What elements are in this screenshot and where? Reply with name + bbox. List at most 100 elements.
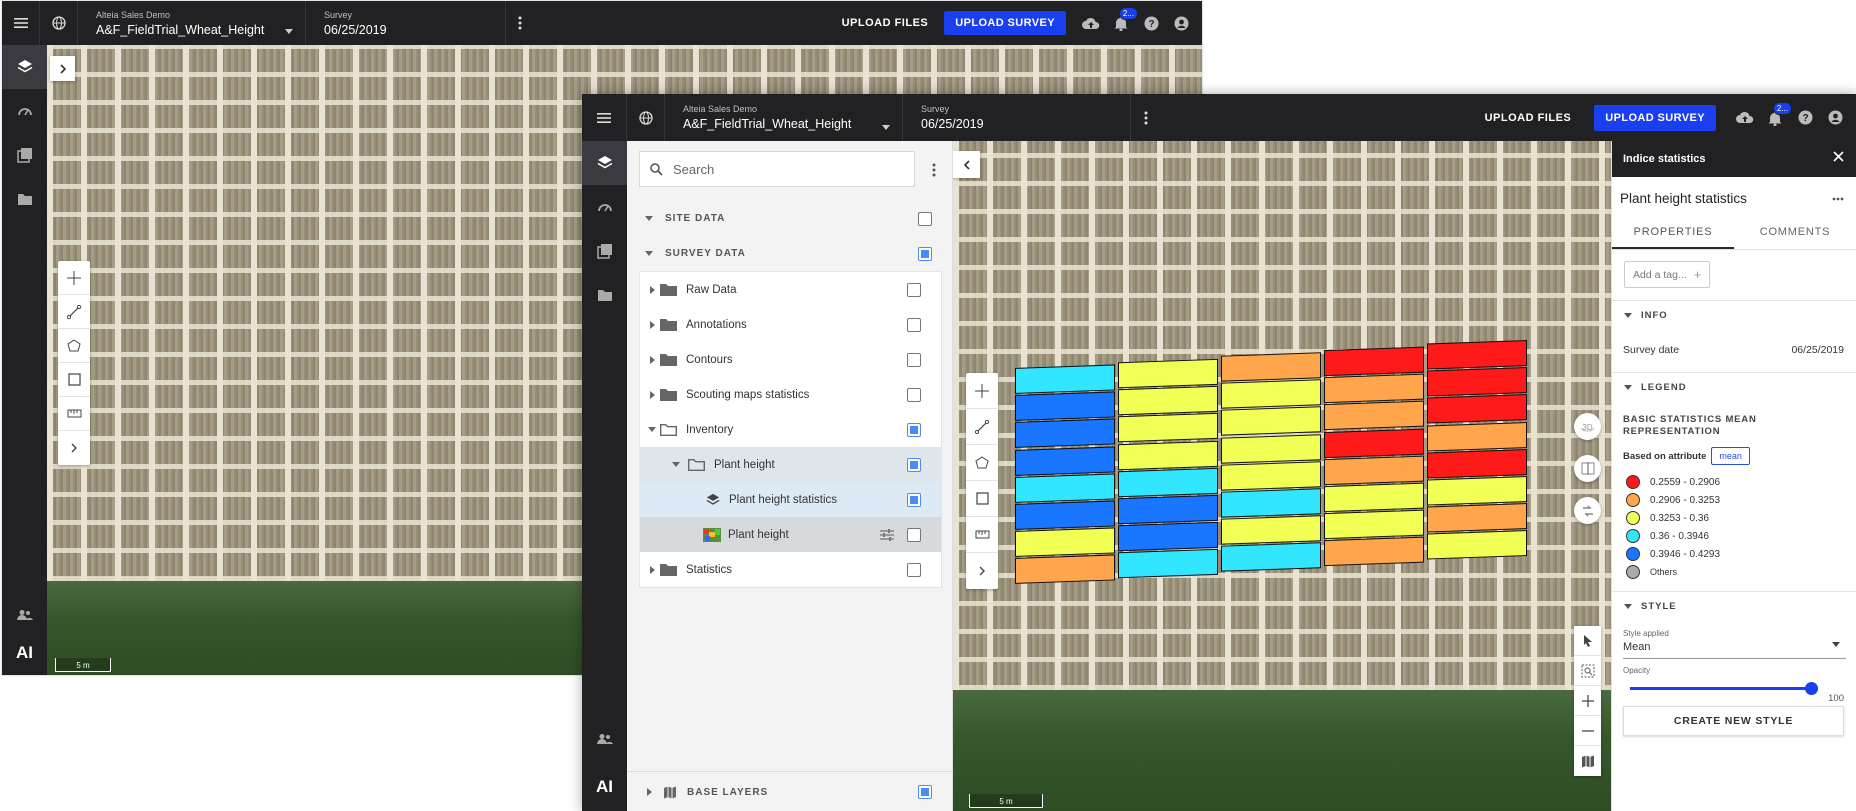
add-tag-input[interactable]: Add a tag... + [1624, 261, 1711, 288]
upload-survey-button[interactable]: UPLOAD SURVEY [1594, 104, 1716, 131]
layer-row-survey-data[interactable]: SURVEY DATA [627, 236, 952, 271]
layer-row-contours[interactable]: Contours [640, 342, 941, 377]
more-vert-icon[interactable] [1131, 94, 1161, 141]
bell-icon[interactable]: 2... [1766, 101, 1792, 127]
plot-cell[interactable] [1324, 346, 1424, 377]
plot-cell[interactable] [1015, 418, 1115, 449]
line-tool-icon[interactable] [966, 409, 998, 445]
ruler-icon[interactable] [966, 517, 998, 553]
style-select[interactable]: Style applied Mean [1623, 629, 1846, 659]
layer-checkbox[interactable] [907, 422, 921, 437]
layer-checkbox[interactable] [907, 457, 921, 472]
polygon-tool-icon[interactable] [966, 445, 998, 481]
close-icon[interactable] [1833, 151, 1844, 165]
plot-cell[interactable] [1427, 530, 1527, 560]
plot-cell[interactable] [1118, 549, 1218, 579]
plot-cell[interactable] [1015, 500, 1115, 530]
plot-cell[interactable] [1427, 476, 1527, 506]
help-icon[interactable]: ? [1142, 14, 1160, 32]
globe-icon[interactable] [627, 94, 665, 141]
plot-cell[interactable] [1221, 433, 1321, 464]
caret-down-icon[interactable] [668, 462, 684, 467]
layer-row-raw-data[interactable]: Raw Data [640, 272, 941, 307]
tune-icon[interactable] [880, 528, 894, 541]
cloud-upload-icon[interactable] [1736, 109, 1754, 127]
3d-view-button[interactable]: 3D [1574, 413, 1601, 440]
layer-checkbox[interactable] [907, 282, 921, 297]
zoom-in-icon[interactable] [1574, 686, 1601, 716]
plot-cell[interactable] [1015, 446, 1115, 476]
layer-checkbox[interactable] [918, 246, 932, 261]
collapse-panel-button[interactable] [953, 151, 980, 178]
plot-cell[interactable] [1427, 340, 1527, 370]
expand-panel-button[interactable] [50, 56, 75, 81]
plot-cell[interactable] [1118, 522, 1218, 552]
plot-cell[interactable] [1324, 509, 1424, 540]
layer-row-site-data[interactable]: SITE DATA [627, 201, 952, 236]
plot-cell[interactable] [1221, 488, 1321, 518]
compare-icon[interactable] [1574, 455, 1601, 482]
upload-survey-button[interactable]: UPLOAD SURVEY [944, 11, 1066, 35]
point-tool-icon[interactable] [966, 373, 998, 409]
plot-cell[interactable] [1015, 364, 1115, 394]
create-new-style-button[interactable]: CREATE NEW STYLE [1623, 706, 1844, 736]
plot-cell[interactable] [1118, 413, 1218, 443]
upload-files-button[interactable]: UPLOAD FILES [842, 17, 929, 29]
layer-row-plant-height-statistics[interactable]: Plant height statistics [640, 482, 941, 517]
layer-row-statistics[interactable]: Statistics [640, 552, 941, 587]
more-horiz-icon[interactable] [1832, 192, 1844, 204]
opacity-slider[interactable] [1630, 682, 1818, 695]
plot-cell[interactable] [1221, 379, 1321, 409]
gauge-icon[interactable] [582, 185, 627, 229]
caret-down-icon[interactable] [641, 216, 657, 221]
ruler-icon[interactable] [58, 397, 90, 431]
zoom-out-icon[interactable] [1574, 716, 1601, 746]
rectangle-tool-icon[interactable] [58, 363, 90, 397]
plot-cell[interactable] [1015, 527, 1115, 558]
layer-checkbox[interactable] [918, 785, 932, 799]
basemap-icon[interactable] [1574, 746, 1601, 776]
layer-checkbox[interactable] [907, 387, 921, 402]
plot-cell[interactable] [1324, 373, 1424, 404]
plot-cell[interactable] [1118, 467, 1218, 498]
section-style[interactable]: STYLE [1612, 591, 1856, 621]
tab-comments[interactable]: COMMENTS [1734, 218, 1856, 249]
plot-cell[interactable] [1015, 473, 1115, 503]
layer-checkbox[interactable] [907, 492, 921, 507]
team-icon[interactable] [582, 717, 627, 761]
caret-down-icon[interactable] [644, 427, 660, 432]
caret-down-icon[interactable] [641, 251, 657, 256]
plot-cell[interactable] [1015, 391, 1115, 422]
account-icon[interactable] [1172, 14, 1190, 32]
zoom-area-icon[interactable] [1574, 656, 1601, 686]
upload-files-button[interactable]: UPLOAD FILES [1485, 112, 1572, 124]
project-selector[interactable]: Alteia Sales Demo A&F_FieldTrial_Wheat_H… [665, 94, 903, 141]
tab-properties[interactable]: PROPERTIES [1612, 218, 1734, 249]
layer-checkbox[interactable] [907, 527, 921, 542]
swipe-icon[interactable] [1574, 497, 1601, 524]
cloud-upload-icon[interactable] [1082, 14, 1100, 32]
bell-icon[interactable]: 2... [1112, 7, 1138, 32]
point-tool-icon[interactable] [58, 261, 90, 295]
plot-statistics-overlay[interactable] [1015, 340, 1527, 585]
gallery-icon[interactable] [2, 133, 47, 177]
layer-row-annotations[interactable]: Annotations [640, 307, 941, 342]
layer-checkbox[interactable] [918, 211, 932, 226]
plot-cell[interactable] [1118, 386, 1218, 416]
more-vert-icon[interactable] [506, 1, 534, 45]
plot-cell[interactable] [1427, 367, 1527, 397]
plot-cell[interactable] [1221, 461, 1321, 491]
gauge-icon[interactable] [2, 89, 47, 133]
help-icon[interactable]: ? [1796, 109, 1814, 127]
section-info[interactable]: INFO [1612, 300, 1856, 330]
plot-cell[interactable] [1015, 554, 1115, 585]
polygon-tool-icon[interactable] [58, 329, 90, 363]
attribute-chip[interactable]: mean [1711, 447, 1750, 465]
plot-cell[interactable] [1427, 448, 1527, 479]
caret-right-icon[interactable] [644, 320, 660, 329]
layer-row-inventory[interactable]: Inventory [640, 412, 941, 447]
chevron-right-icon[interactable] [58, 431, 90, 465]
plot-cell[interactable] [1118, 494, 1218, 525]
survey-selector[interactable]: Survey 06/25/2019 [306, 1, 506, 45]
account-icon[interactable] [1826, 109, 1844, 127]
